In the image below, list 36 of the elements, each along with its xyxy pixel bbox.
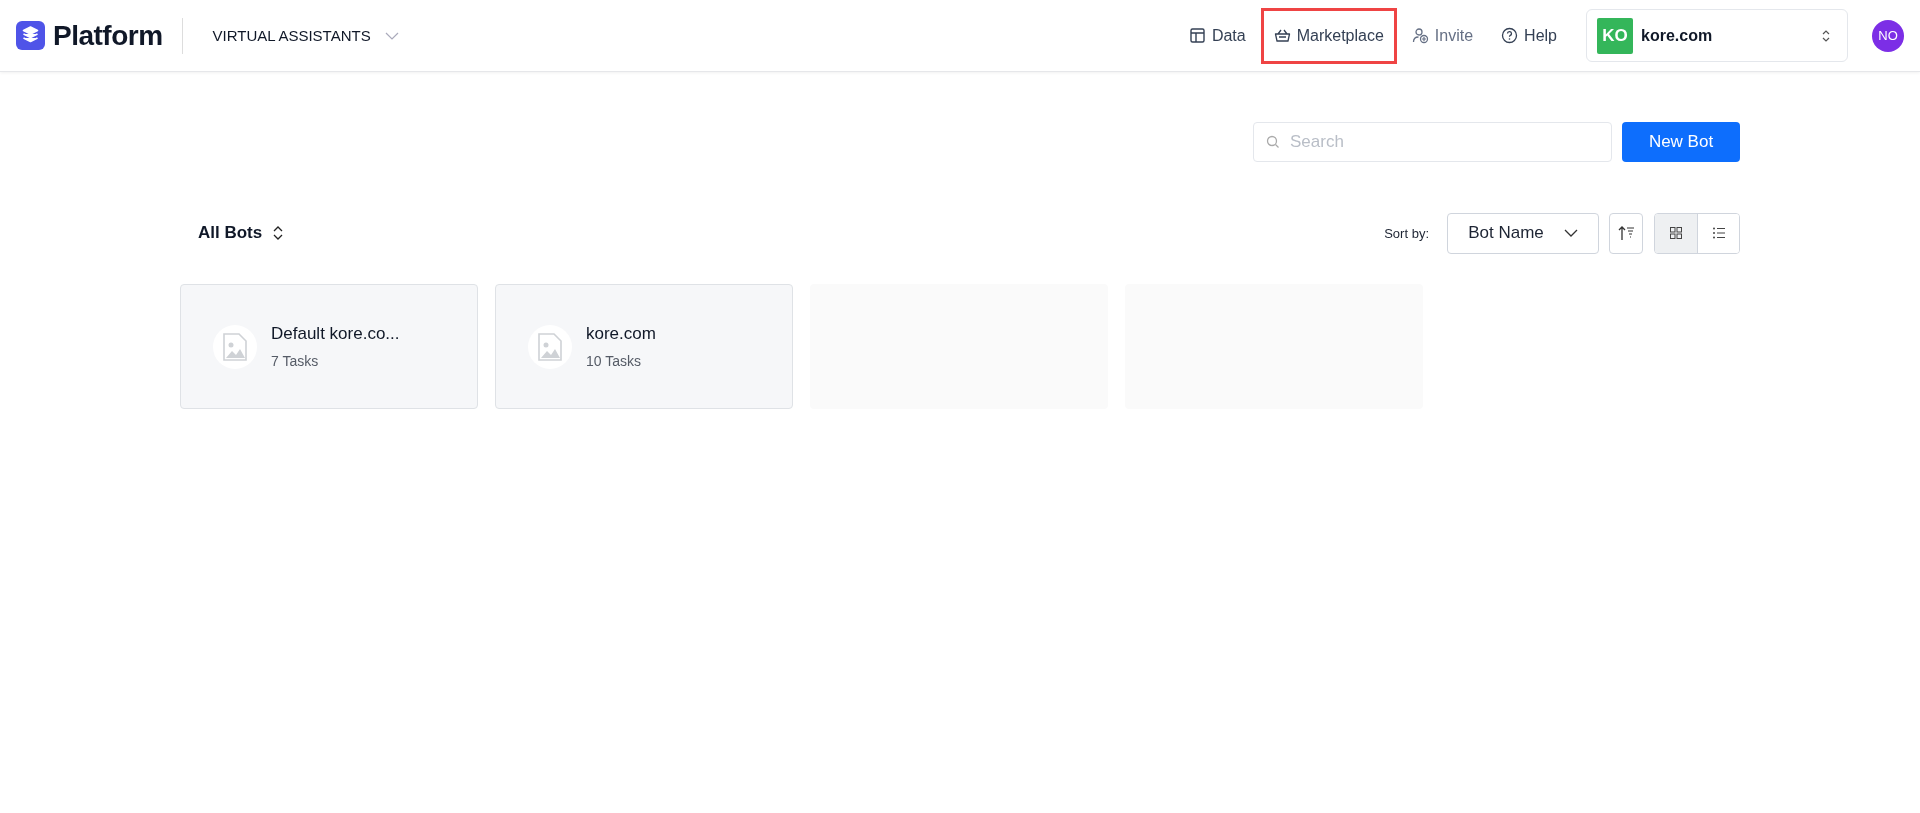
grid-icon <box>1670 227 1682 239</box>
up-down-icon <box>272 225 285 241</box>
chevron-down-icon <box>384 31 399 40</box>
task-count: 7 Tasks <box>271 353 320 369</box>
sort-order-button[interactable] <box>1609 212 1643 254</box>
image-icon <box>537 332 563 361</box>
image-icon <box>222 332 248 361</box>
sort-ascending-icon <box>1617 225 1635 241</box>
nav-link[interactable]: Data <box>1175 7 1259 64</box>
workspace-name: kore.com <box>1641 26 1714 45</box>
workspace-badge: KO <box>1597 17 1633 54</box>
bot-name: kore.com <box>586 324 656 344</box>
nav-link[interactable]: Marketplace <box>1260 7 1397 64</box>
chevron-down-icon <box>1563 229 1578 237</box>
logo-icon <box>16 21 45 50</box>
basket-icon <box>1273 27 1291 44</box>
table-icon <box>1188 27 1206 44</box>
filter-dropdown[interactable]: All Bots <box>198 223 285 243</box>
help-icon <box>1501 27 1519 44</box>
bot-name: Default kore.co... <box>271 324 400 344</box>
up-down-icon <box>1821 28 1831 43</box>
sort-dropdown[interactable]: Bot Name <box>1447 212 1599 254</box>
user-avatar[interactable]: NO <box>1872 19 1904 52</box>
task-count: 10 Tasks <box>586 353 642 369</box>
bot-card[interactable]: Default kore.co... 7 Tasks <box>180 284 478 409</box>
nav-link[interactable]: Help <box>1488 7 1570 64</box>
product-switcher[interactable]: VIRTUAL ASSISTANTS <box>212 27 371 44</box>
workspace-selector[interactable]: KO kore.com <box>1586 9 1848 62</box>
sort-label: Sort by: <box>1384 225 1429 241</box>
grid-view-button[interactable] <box>1655 213 1697 253</box>
bot-card[interactable]: kore.com 10 Tasks <box>495 284 793 409</box>
logo-text: Platform <box>53 19 163 52</box>
list-icon <box>1712 227 1725 239</box>
search-field[interactable]: Search <box>1253 122 1612 162</box>
new-bot-button[interactable]: New Bot <box>1622 122 1740 162</box>
add-user-icon <box>1411 27 1429 44</box>
